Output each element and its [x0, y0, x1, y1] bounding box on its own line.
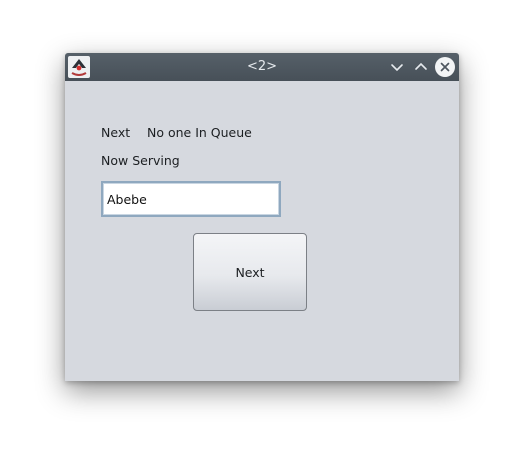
next-in-queue-value: No one In Queue: [147, 125, 252, 140]
chevron-up-icon: [415, 62, 427, 70]
chevron-down-icon: [391, 64, 403, 72]
content-panel: Next No one In Queue Now Serving Next: [65, 81, 459, 381]
name-field[interactable]: [101, 181, 281, 217]
now-serving-label: Now Serving: [101, 153, 180, 168]
close-icon: [440, 62, 450, 72]
maximize-button[interactable]: [411, 57, 431, 77]
app-window: <2> Next No one In Queue Now Serving Nex…: [65, 53, 459, 381]
next-button[interactable]: Next: [193, 233, 307, 311]
next-label: Next: [101, 125, 131, 140]
title-bar[interactable]: <2>: [65, 53, 459, 81]
name-input[interactable]: [107, 190, 275, 208]
minimize-button[interactable]: [387, 57, 407, 77]
close-button[interactable]: [435, 57, 455, 77]
